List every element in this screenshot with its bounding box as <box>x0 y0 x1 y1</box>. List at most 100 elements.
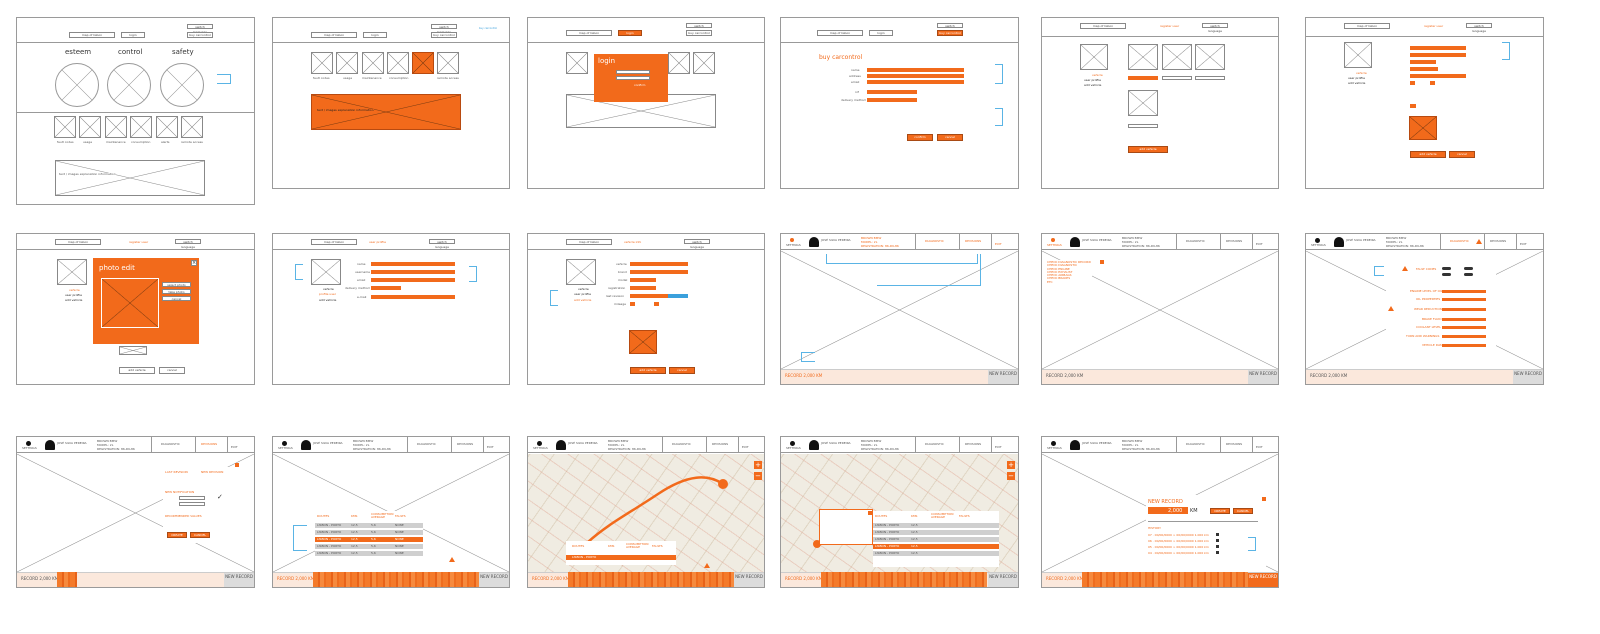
exit-button[interactable]: EXIT <box>995 445 1002 449</box>
form-bar-2[interactable] <box>1410 53 1466 57</box>
record-strip[interactable] <box>1082 572 1248 587</box>
model-input[interactable] <box>630 278 656 282</box>
zoom-out-icon[interactable]: − <box>1007 472 1015 480</box>
select-photo-button[interactable]: select photo <box>162 282 191 287</box>
email2-input[interactable] <box>371 295 455 299</box>
add-vehicle-link[interactable]: add vehicle <box>1084 83 1101 87</box>
zoom-in-icon[interactable]: + <box>1007 461 1015 469</box>
alerts-icon[interactable] <box>156 116 178 138</box>
vehicle-link[interactable]: vehicle <box>1092 73 1103 77</box>
vehicle-select-3[interactable] <box>1195 76 1225 80</box>
user-profile-link[interactable]: user profile <box>1348 76 1365 80</box>
consumption-icon[interactable] <box>387 52 409 74</box>
new-record-button[interactable]: NEW RECORD <box>479 573 509 587</box>
map-button[interactable]: map of lisbon <box>1344 23 1390 29</box>
vehicle-image-2[interactable] <box>1162 44 1192 70</box>
add-vehicle-link[interactable]: add vehicle <box>574 298 591 302</box>
tab-diagnostic[interactable]: DIAGNOSTIC <box>1186 239 1205 243</box>
email-input[interactable] <box>371 278 455 282</box>
trash-icon[interactable] <box>1216 533 1219 557</box>
vehicle-photo[interactable] <box>629 330 657 354</box>
table-row[interactable]: LISBON - PORTO 12,5 <box>873 523 999 529</box>
add-vehicle-link[interactable]: add vehicle <box>65 298 82 302</box>
tab-revisions[interactable]: REVISIONS <box>1226 239 1242 243</box>
new-record-button[interactable]: NEW RECORD <box>988 573 1018 587</box>
switch-language-button[interactable]: switch language <box>684 239 710 249</box>
add-vehicle-button[interactable]: add vehicle <box>119 367 155 374</box>
vehicle-image-3[interactable] <box>1195 44 1225 70</box>
mileage-check-2[interactable] <box>654 302 659 306</box>
exit-button[interactable]: EXIT <box>995 242 1002 246</box>
table-row[interactable]: LISBON - PORTO 12,5 5,6 NONE <box>315 530 423 536</box>
switch-language-button[interactable]: switch language <box>1466 23 1492 33</box>
form-bar-3[interactable] <box>1410 60 1436 64</box>
alerts-icon-hover[interactable] <box>412 52 434 74</box>
consumption-icon[interactable] <box>130 116 152 138</box>
form-bar-6[interactable] <box>1410 104 1416 108</box>
switch-language-button[interactable]: switch language <box>686 23 712 33</box>
add-vehicle-button[interactable]: add vehicle <box>1410 151 1446 158</box>
login-button[interactable]: login <box>869 30 893 36</box>
exit-button[interactable]: EXIT <box>231 445 238 449</box>
table-row-selected[interactable]: LISBON - PORTO <box>566 555 676 561</box>
confirm-button[interactable]: confirm <box>907 134 933 141</box>
mileage-check[interactable] <box>630 302 635 306</box>
name-input[interactable] <box>371 262 455 266</box>
add-vehicle-link[interactable]: add vehicle <box>1348 81 1365 85</box>
registration-input[interactable] <box>630 286 656 290</box>
buy-button-active[interactable]: buy carcontrol <box>937 30 963 36</box>
map-button[interactable]: map of lisbon <box>817 30 863 36</box>
new-record-button[interactable]: NEW RECORD <box>1513 370 1543 384</box>
usage-icon[interactable] <box>79 116 101 138</box>
switch-language-button[interactable]: switch language <box>937 23 963 33</box>
switch-language-button[interactable]: switch language <box>431 24 457 34</box>
cancel-button[interactable]: CANCEL <box>190 532 210 538</box>
user-profile-link[interactable]: user profile <box>65 293 82 297</box>
photo-crop-area[interactable] <box>101 278 159 328</box>
switch-language-button[interactable]: switch language <box>429 239 455 249</box>
form-check-1[interactable] <box>1410 81 1415 85</box>
tab-revisions[interactable]: REVISIONS <box>457 442 473 446</box>
delivery-input[interactable] <box>371 286 401 290</box>
exit-button[interactable]: EXIT <box>1256 445 1263 449</box>
remote-access-icon[interactable] <box>437 52 459 74</box>
create-button[interactable]: CREATE <box>1210 508 1230 514</box>
username-input[interactable] <box>371 270 455 274</box>
exit-button[interactable]: EXIT <box>742 445 749 449</box>
field-nif-input[interactable] <box>867 90 917 94</box>
switch-language-button[interactable]: switch language <box>1202 23 1228 33</box>
zoom-in-icon[interactable]: + <box>754 461 762 469</box>
record-strip[interactable] <box>821 572 987 587</box>
tab-diagnostic[interactable]: DIAGNOSTIC <box>417 442 436 446</box>
vehicle-link[interactable]: vehicle <box>69 288 80 292</box>
fault-codes-icon[interactable] <box>311 52 333 74</box>
exit-button[interactable]: EXIT <box>1256 242 1263 246</box>
close-icon[interactable] <box>235 463 239 467</box>
switch-language-button[interactable]: switch language <box>187 24 213 34</box>
vehicle-image-1[interactable] <box>1128 44 1158 70</box>
record-strip[interactable] <box>568 572 734 587</box>
remote-access-icon[interactable] <box>181 116 203 138</box>
vehicle-select-1[interactable] <box>1128 76 1158 80</box>
record-strip[interactable] <box>313 572 479 587</box>
map-button[interactable]: map of lisbon <box>566 30 612 36</box>
form-bar-5[interactable] <box>1410 74 1466 78</box>
tab-revisions[interactable]: REVISIONS <box>1490 239 1506 243</box>
buy-button[interactable]: buy carcontrol <box>686 30 712 36</box>
vehicle-link[interactable]: vehicle <box>1356 71 1367 75</box>
tab-revisions-active[interactable]: REVISIONS <box>201 442 217 446</box>
exit-button[interactable]: EXIT <box>1520 242 1527 246</box>
vehicle-link[interactable]: vehicle <box>323 287 334 291</box>
record-strip[interactable] <box>57 572 77 587</box>
table-row[interactable]: LISBON - PORTO 12,5 <box>873 530 999 536</box>
tab-revisions[interactable]: REVISIONS <box>965 442 981 446</box>
table-row[interactable]: LISBON - PORTO 12,5 5,6 NONE <box>315 551 423 557</box>
tab-diagnostic[interactable]: DIAGNOSTIC <box>1186 442 1205 446</box>
close-icon[interactable] <box>1262 497 1266 501</box>
settings-icon[interactable] <box>790 238 794 242</box>
take-photo-button[interactable]: take photo <box>162 289 191 294</box>
remote-access-icon[interactable] <box>693 52 715 74</box>
new-record-button[interactable]: NEW RECORD <box>734 573 764 587</box>
link-etc[interactable]: ETC <box>1047 280 1091 284</box>
user-profile-link[interactable]: user profile <box>574 292 591 296</box>
